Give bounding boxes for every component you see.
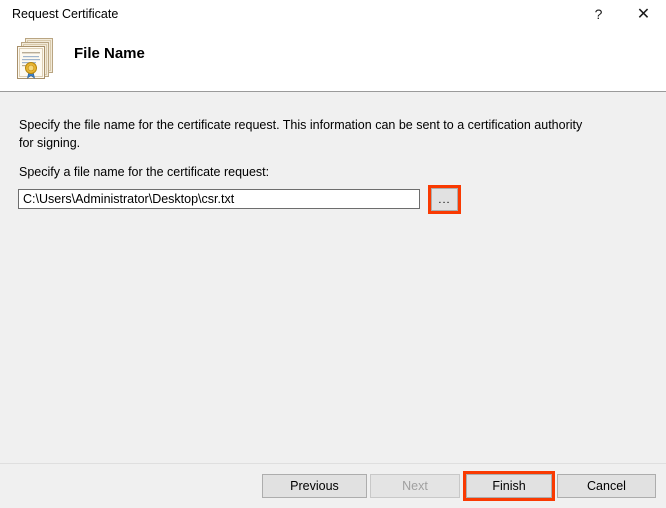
next-button: Next (370, 474, 460, 498)
page-title: File Name (74, 45, 145, 62)
window-controls: ? ✕ (576, 0, 666, 28)
file-name-label: Specify a file name for the certificate … (19, 165, 269, 179)
file-path-input[interactable] (18, 189, 420, 209)
finish-button[interactable]: Finish (466, 474, 552, 498)
certificate-stack-icon (12, 34, 60, 82)
close-icon[interactable]: ✕ (621, 0, 666, 28)
previous-button[interactable]: Previous (262, 474, 367, 498)
intro-text: Specify the file name for the certificat… (19, 116, 599, 152)
wizard-footer: Previous Next Finish Cancel (0, 464, 666, 508)
wizard-body: Specify the file name for the certificat… (0, 92, 666, 463)
title-bar: Request Certificate ? ✕ (0, 0, 666, 28)
browse-button[interactable]: ... (431, 188, 458, 211)
cancel-button[interactable]: Cancel (557, 474, 656, 498)
help-icon[interactable]: ? (576, 0, 621, 28)
wizard-header: File Name (0, 28, 666, 91)
window-title: Request Certificate (12, 6, 118, 22)
